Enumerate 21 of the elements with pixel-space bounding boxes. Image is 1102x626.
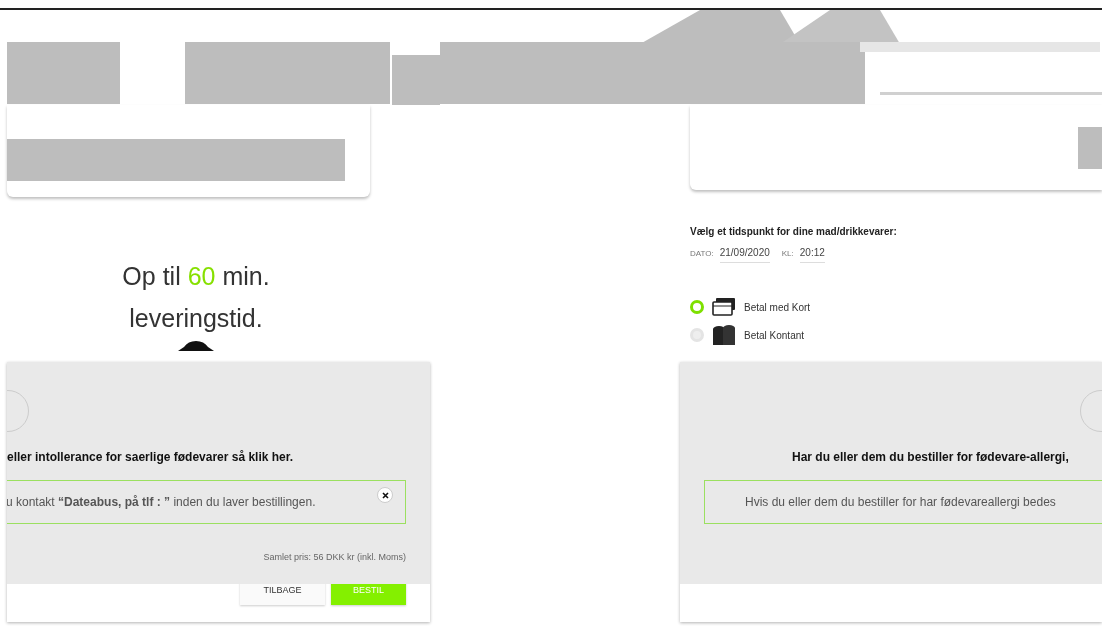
total-price: Samlet pris: 56 DKK kr (inkl. Moms) xyxy=(262,552,406,562)
schedule-heading: Vælg et tidspunkt for dine mad/drikkevarer: xyxy=(690,226,898,237)
allergy-question[interactable]: eller intollerance for saerlige fødevarer så klik her. xyxy=(7,450,294,464)
delivery-time-text: Op til 60 min. xyxy=(122,261,270,292)
car-icon xyxy=(176,339,216,353)
notice-message: Hvis du eller dem du bestiller for har fødevareallergi bedes xyxy=(745,495,1056,509)
date-field[interactable]: 21/09/2020 xyxy=(719,247,770,263)
credit-card-icon xyxy=(712,297,736,317)
payment-option-label[interactable]: Betal med Kort xyxy=(744,301,811,313)
close-icon xyxy=(381,491,389,499)
payment-option-label[interactable]: Betal Kontant xyxy=(744,329,805,341)
radio-button[interactable] xyxy=(690,300,704,314)
notice-message: u kontakt “Dateabus, på tlf : ” inden du laver bestillingen. xyxy=(7,495,316,509)
coins-icon xyxy=(712,325,736,345)
close-button[interactable] xyxy=(377,487,393,503)
time-label: KL: xyxy=(781,249,794,258)
date-label: DATO: xyxy=(690,249,714,258)
allergy-question[interactable]: Har du eller dem du bestiller for fødevare-allergi, xyxy=(792,450,1069,464)
radio-button[interactable] xyxy=(690,328,704,342)
time-field[interactable]: 20:12 xyxy=(799,247,825,263)
delivery-time-caption: leveringstid. xyxy=(129,303,263,334)
